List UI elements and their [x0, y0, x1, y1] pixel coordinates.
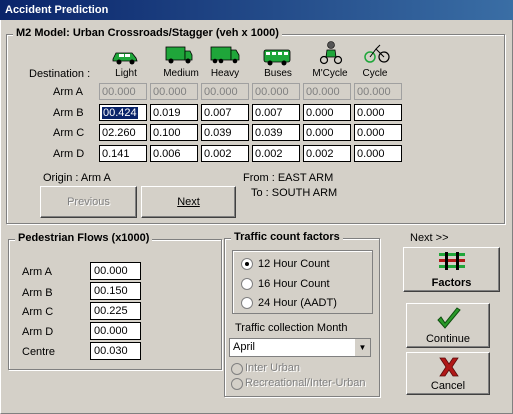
previous-button-label: Previous — [67, 196, 110, 208]
cancel-button-label: Cancel — [430, 380, 466, 392]
month-label: Traffic collection Month — [235, 322, 348, 334]
ped-input-arm-d[interactable]: 00.000 — [90, 322, 141, 340]
ped-input-centre[interactable]: 00.030 — [90, 342, 141, 360]
cancel-button[interactable]: Cancel — [406, 352, 490, 395]
vehicle-label-motorcycle: M'Cycle — [312, 68, 348, 79]
flow-input-value: 00.424 — [102, 107, 138, 119]
month-select[interactable]: April ▼ — [229, 338, 371, 357]
flow-input[interactable]: 0.007 — [201, 104, 249, 121]
row-label-arm-b: Arm B — [53, 107, 84, 119]
radio-16-hour-label: 16 Hour Count — [258, 278, 330, 290]
radio-12-hour-label: 12 Hour Count — [258, 258, 330, 270]
window-title: Accident Prediction — [0, 0, 513, 20]
ped-input-arm-c[interactable]: 00.225 — [90, 302, 141, 320]
destination-label: Destination : — [29, 68, 91, 80]
flow-input[interactable]: 0.002 — [303, 145, 351, 162]
flow-input[interactable]: 0.007 — [252, 104, 300, 121]
flow-input[interactable]: 0.002 — [201, 145, 249, 162]
flow-input[interactable]: 0.000 — [354, 124, 402, 141]
radio-16-hour[interactable] — [241, 278, 253, 290]
ped-label-arm-d: Arm D — [22, 326, 54, 338]
flow-input[interactable]: 0.000 — [303, 104, 351, 121]
radio-12-hour[interactable] — [241, 258, 253, 270]
from-text: From : EAST ARM — [243, 172, 334, 184]
vehicle-label-light: Light — [115, 68, 137, 79]
factors-button[interactable]: Factors — [403, 247, 500, 292]
flow-input[interactable]: 0.000 — [354, 145, 402, 162]
flow-cell: 00.000 — [303, 83, 351, 100]
flow-cell: 00.000 — [99, 83, 147, 100]
next-button[interactable]: Next — [141, 186, 236, 218]
factors-button-label: Factors — [431, 277, 472, 289]
radio-24-hour-label: 24 Hour (AADT) — [258, 297, 337, 309]
flow-input[interactable]: 0.002 — [252, 145, 300, 162]
flow-input[interactable]: 0.000 — [303, 124, 351, 141]
vehicle-label-medium: Medium — [163, 68, 199, 79]
ped-label-arm-c: Arm C — [22, 306, 54, 318]
continue-button[interactable]: Continue — [406, 303, 490, 348]
origin-text: Origin : Arm A — [43, 172, 111, 184]
flow-input[interactable]: 02.260 — [99, 124, 147, 141]
flow-cell: 00.000 — [150, 83, 198, 100]
flow-cell: 00.000 — [252, 83, 300, 100]
vehicle-label-cycle: Cycle — [362, 68, 388, 79]
flow-input[interactable]: 0.039 — [201, 124, 249, 141]
model-group-title: M2 Model: Urban Crossroads/Stagger (veh … — [13, 27, 282, 39]
bicycle-icon — [364, 44, 390, 63]
ped-label-arm-a: Arm A — [22, 266, 52, 278]
flow-input[interactable]: 0.019 — [150, 104, 198, 121]
cancel-x-icon — [439, 357, 459, 377]
next-button-label: Next — [177, 196, 200, 208]
radio-recreational[interactable] — [231, 378, 243, 390]
heavy-truck-icon — [210, 46, 240, 64]
vehicle-label-buses: Buses — [264, 68, 292, 79]
ped-input-arm-b[interactable]: 00.150 — [90, 282, 141, 300]
car-icon — [112, 52, 138, 65]
month-select-value: April — [233, 341, 256, 353]
factors-icon — [439, 252, 465, 270]
to-text: To : SOUTH ARM — [251, 187, 338, 199]
chevron-down-icon[interactable]: ▼ — [354, 339, 370, 356]
ped-input-arm-a[interactable]: 00.000 — [90, 262, 141, 280]
flow-cell: 00.000 — [354, 83, 402, 100]
previous-button[interactable]: Previous — [40, 186, 137, 218]
pedestrian-group-title: Pedestrian Flows (x1000) — [15, 232, 153, 244]
motorcyclist-icon — [319, 41, 343, 65]
radio-24-hour[interactable] — [241, 297, 253, 309]
row-label-arm-d: Arm D — [53, 148, 85, 160]
radio-recreational-label: Recreational/Inter-Urban — [245, 377, 366, 389]
radio-inter-urban[interactable] — [231, 363, 243, 375]
traffic-count-group-title: Traffic count factors — [231, 231, 343, 243]
flow-input[interactable]: 0.000 — [354, 104, 402, 121]
flow-input[interactable]: 0.006 — [150, 145, 198, 162]
medium-truck-icon — [165, 46, 193, 64]
row-label-arm-c: Arm C — [53, 127, 85, 139]
continue-button-label: Continue — [425, 333, 471, 345]
next-hint: Next >> — [410, 232, 449, 244]
flow-input[interactable]: 0.100 — [150, 124, 198, 141]
flow-input[interactable]: 00.424 — [99, 104, 147, 121]
row-label-arm-a: Arm A — [53, 86, 83, 98]
check-icon — [437, 307, 461, 329]
flow-cell: 00.000 — [201, 83, 249, 100]
radio-inter-urban-label: Inter Urban — [245, 362, 301, 374]
flow-input[interactable]: 0.141 — [99, 145, 147, 162]
flow-input[interactable]: 0.039 — [252, 124, 300, 141]
bus-icon — [263, 49, 291, 66]
ped-label-centre: Centre — [22, 346, 56, 358]
vehicle-label-heavy: Heavy — [210, 68, 240, 79]
ped-label-arm-b: Arm B — [22, 287, 53, 299]
